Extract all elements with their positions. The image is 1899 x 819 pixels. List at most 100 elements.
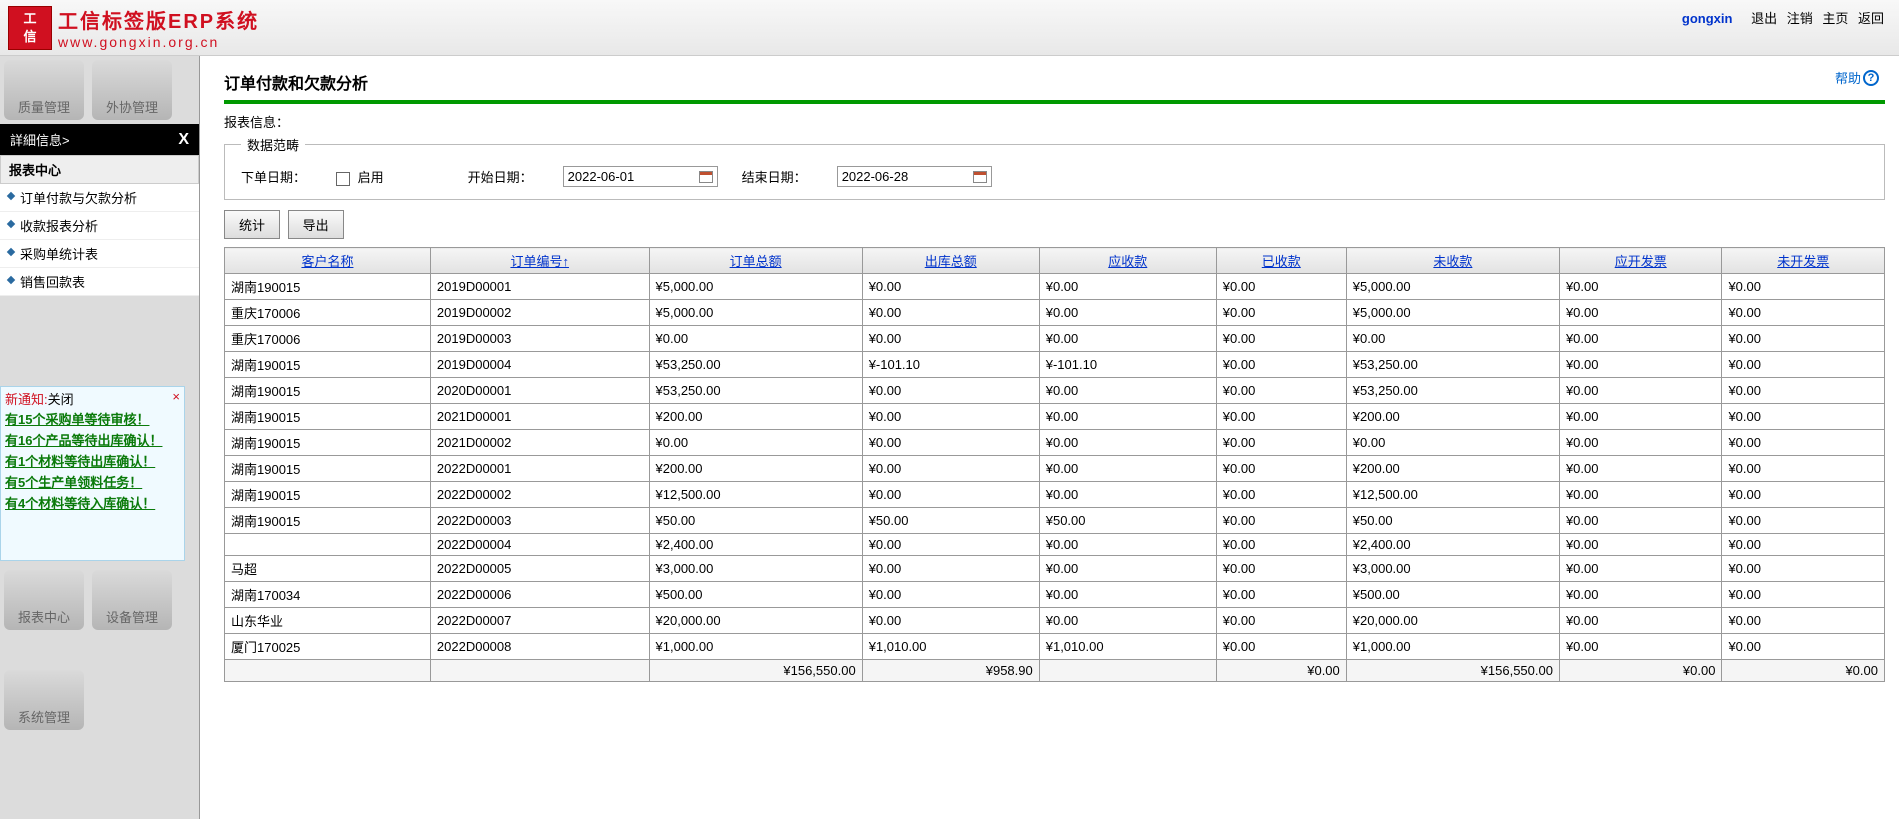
notice-close-icon[interactable]: × [172, 389, 180, 408]
cell: ¥200.00 [1346, 456, 1559, 482]
app-title: 工信标签版ERP系统 [58, 5, 259, 34]
col-header-5[interactable]: 已收款 [1216, 248, 1346, 274]
footer-cell: ¥958.90 [862, 660, 1039, 682]
cell: ¥0.00 [1722, 326, 1885, 352]
cell: ¥-101.10 [862, 352, 1039, 378]
cell: 2019D00002 [430, 300, 649, 326]
home-link[interactable]: 主页 [1822, 11, 1848, 26]
table-row[interactable]: 马超2022D00005¥3,000.00¥0.00¥0.00¥0.00¥3,0… [225, 556, 1885, 582]
report-item-1[interactable]: 收款报表分析 [0, 212, 199, 240]
calendar-icon[interactable] [699, 171, 713, 183]
data-scope-fieldset: 数据范畴 下单日期： 启用 开始日期： 2022-06-01 结束日期： 202… [224, 135, 1885, 200]
cell: ¥5,000.00 [1346, 274, 1559, 300]
table-row[interactable]: 湖南1900152020D00001¥53,250.00¥0.00¥0.00¥0… [225, 378, 1885, 404]
data-table: 客户名称订单编号↑订单总额出库总额应收款已收款未收款应开发票未开发票 湖南190… [224, 247, 1885, 682]
cell: ¥20,000.00 [1346, 608, 1559, 634]
module-outsource[interactable]: 外协管理 [92, 60, 172, 120]
cell: ¥0.00 [1722, 456, 1885, 482]
module-equipment[interactable]: 设备管理 [92, 570, 172, 630]
cell: ¥0.00 [1216, 300, 1346, 326]
report-item-0[interactable]: 订单付款与欠款分析 [0, 184, 199, 212]
report-item-3[interactable]: 销售回款表 [0, 268, 199, 296]
notice-close-text[interactable]: 关闭 [48, 392, 74, 407]
cell: ¥0.00 [1039, 482, 1216, 508]
cell: ¥0.00 [1559, 378, 1721, 404]
table-row[interactable]: 重庆1700062019D00003¥0.00¥0.00¥0.00¥0.00¥0… [225, 326, 1885, 352]
notice-line-1[interactable]: 有16个产品等待出库确认！ [5, 429, 180, 450]
table-row[interactable]: 湖南1900152019D00004¥53,250.00¥-101.10¥-10… [225, 352, 1885, 378]
enable-label: 启用 [358, 170, 384, 185]
cell: 重庆170006 [225, 300, 431, 326]
stat-button[interactable]: 统计 [224, 210, 280, 239]
table-row[interactable]: 湖南1900152021D00002¥0.00¥0.00¥0.00¥0.00¥0… [225, 430, 1885, 456]
table-row[interactable]: 湖南1900152021D00001¥200.00¥0.00¥0.00¥0.00… [225, 404, 1885, 430]
enable-checkbox[interactable] [336, 172, 350, 186]
cell: ¥0.00 [862, 274, 1039, 300]
cell: ¥0.00 [1559, 326, 1721, 352]
cell: 2019D00001 [430, 274, 649, 300]
cell: ¥0.00 [1039, 608, 1216, 634]
calendar-icon[interactable] [973, 171, 987, 183]
cell: ¥0.00 [862, 378, 1039, 404]
cell: ¥0.00 [649, 430, 862, 456]
cell: ¥0.00 [1216, 634, 1346, 660]
col-header-3[interactable]: 出库总额 [862, 248, 1039, 274]
cell: 湖南170034 [225, 582, 431, 608]
notice-line-4[interactable]: 有4个材料等待入库确认！ [5, 492, 180, 513]
cell: 2022D00004 [430, 534, 649, 556]
cell: ¥0.00 [1216, 456, 1346, 482]
cell: ¥0.00 [649, 326, 862, 352]
table-row[interactable]: 湖南1900152022D00001¥200.00¥0.00¥0.00¥0.00… [225, 456, 1885, 482]
help-icon: ? [1863, 70, 1879, 86]
cell: ¥0.00 [1559, 634, 1721, 660]
cell: ¥0.00 [1346, 326, 1559, 352]
table-row[interactable]: 湖南1900152019D00001¥5,000.00¥0.00¥0.00¥0.… [225, 274, 1885, 300]
signoff-link[interactable]: 注销 [1787, 11, 1813, 26]
cell: 2022D00008 [430, 634, 649, 660]
col-header-8[interactable]: 未开发票 [1722, 248, 1885, 274]
cell: 山东华业 [225, 608, 431, 634]
module-quality[interactable]: 质量管理 [4, 60, 84, 120]
cell: ¥0.00 [862, 582, 1039, 608]
cell [225, 534, 431, 556]
col-header-4[interactable]: 应收款 [1039, 248, 1216, 274]
notice-line-0[interactable]: 有15个采购单等待审核！ [5, 408, 180, 429]
table-row[interactable]: 湖南1700342022D00006¥500.00¥0.00¥0.00¥0.00… [225, 582, 1885, 608]
col-header-0[interactable]: 客户名称 [225, 248, 431, 274]
end-date-input[interactable]: 2022-06-28 [837, 166, 992, 187]
notice-line-2[interactable]: 有1个材料等待出库确认！ [5, 450, 180, 471]
cell: ¥0.00 [1722, 378, 1885, 404]
col-header-7[interactable]: 应开发票 [1559, 248, 1721, 274]
help-link[interactable]: 帮助 ? [1835, 68, 1879, 87]
cell: ¥0.00 [1346, 430, 1559, 456]
user-name[interactable]: gongxin [1682, 11, 1733, 26]
table-row[interactable]: 山东华业2022D00007¥20,000.00¥0.00¥0.00¥0.00¥… [225, 608, 1885, 634]
end-date-label: 结束日期： [742, 170, 807, 185]
col-header-6[interactable]: 未收款 [1346, 248, 1559, 274]
module-system[interactable]: 系统管理 [4, 670, 84, 730]
cell: ¥0.00 [1722, 430, 1885, 456]
cell: ¥5,000.00 [649, 274, 862, 300]
table-row[interactable]: 湖南1900152022D00003¥50.00¥50.00¥50.00¥0.0… [225, 508, 1885, 534]
table-row[interactable]: 重庆1700062019D00002¥5,000.00¥0.00¥0.00¥0.… [225, 300, 1885, 326]
export-button[interactable]: 导出 [288, 210, 344, 239]
cell: ¥-101.10 [1039, 352, 1216, 378]
cell: 马超 [225, 556, 431, 582]
table-row[interactable]: 2022D00004¥2,400.00¥0.00¥0.00¥0.00¥2,400… [225, 534, 1885, 556]
logo-area: 工信 工信标签版ERP系统 www.gongxin.org.cn [8, 4, 259, 51]
cell: 湖南190015 [225, 352, 431, 378]
module-report-center[interactable]: 报表中心 [4, 570, 84, 630]
report-item-2[interactable]: 采购单统计表 [0, 240, 199, 268]
cell: ¥0.00 [1039, 456, 1216, 482]
back-link[interactable]: 返回 [1858, 11, 1884, 26]
table-row[interactable]: 湖南1900152022D00002¥12,500.00¥0.00¥0.00¥0… [225, 482, 1885, 508]
notice-line-3[interactable]: 有5个生产单领料任务！ [5, 471, 180, 492]
cell: ¥0.00 [1722, 582, 1885, 608]
start-date-input[interactable]: 2022-06-01 [563, 166, 718, 187]
col-header-2[interactable]: 订单总额 [649, 248, 862, 274]
table-row[interactable]: 厦门1700252022D00008¥1,000.00¥1,010.00¥1,0… [225, 634, 1885, 660]
close-icon[interactable]: X [178, 131, 189, 149]
logout-link[interactable]: 退出 [1751, 11, 1777, 26]
cell: ¥0.00 [1559, 482, 1721, 508]
col-header-1[interactable]: 订单编号↑ [430, 248, 649, 274]
